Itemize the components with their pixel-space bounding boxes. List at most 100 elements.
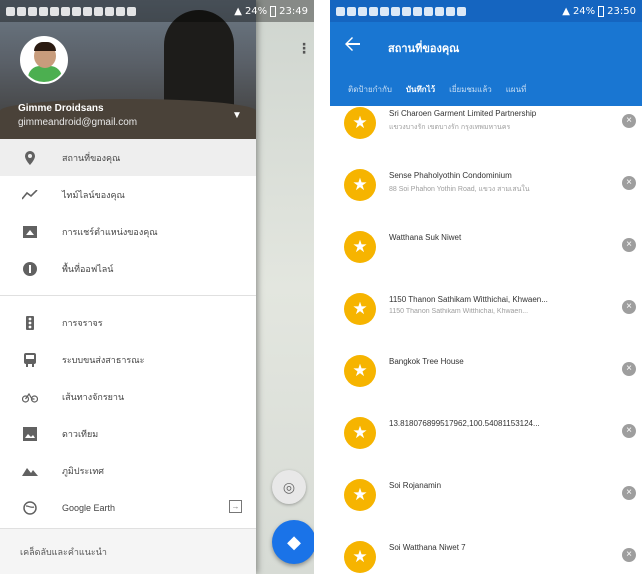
menu-item-satellite[interactable]: ดาวเทียม <box>0 415 256 452</box>
star-icon: ★ <box>344 355 376 387</box>
navigation-drawer: Gimme Droidsans gimmeandroid@gmail.com ▼… <box>0 0 256 574</box>
menu-item-label: ดาวเทียม <box>62 428 99 439</box>
place-title: Soi Rojanamin <box>389 481 442 490</box>
place-title: Sri Charoen Garment Limited Partnership <box>389 109 537 118</box>
transit-icon <box>22 352 38 368</box>
drawer-menu-primary: สถานที่ของคุณ ไทม์ไลน์ของคุณ การแชร์ตำแห… <box>0 139 256 287</box>
notification-icons <box>6 6 234 16</box>
share-location-icon <box>22 224 38 240</box>
account-switch-arrow-icon[interactable]: ▼ <box>232 110 242 121</box>
bicycle-icon <box>22 389 38 405</box>
remove-icon[interactable]: × <box>622 114 636 128</box>
place-subtitle: 1150 Thanon Sathikam Witthichai, Khwaen.… <box>389 308 529 315</box>
remove-icon[interactable]: × <box>622 362 636 376</box>
drawer-menu-layers: การจราจร ระบบขนส่งสาธารณะ เส้นทางจักรยาน… <box>0 304 256 526</box>
place-title: Watthana Suk Niwet <box>389 233 462 242</box>
clock: 23:50 <box>607 5 636 17</box>
place-title: 1150 Thanon Sathikam Witthichai, Khwaen.… <box>389 295 548 304</box>
remove-icon[interactable]: × <box>622 548 636 562</box>
my-location-button[interactable]: ◆ <box>272 520 314 564</box>
battery-percent: 24% <box>244 5 268 17</box>
list-item[interactable]: ★ Soi Rojanamin × <box>330 468 642 530</box>
signal-icon: ▲ <box>234 5 242 17</box>
tab-bar: ติดป้ายกำกับ บันทึกไว้ เยี่ยมชมแล้ว แผนท… <box>330 73 642 106</box>
list-item[interactable]: ★ Soi Watthana Niwet 7 × <box>330 530 642 574</box>
star-icon: ★ <box>344 417 376 449</box>
battery-icon <box>598 5 605 17</box>
star-icon: ★ <box>344 169 376 201</box>
battery-percent: 24% <box>572 5 596 17</box>
open-external-icon: → <box>229 500 242 513</box>
status-bar: ▲ 24% 23:49 <box>0 0 314 22</box>
right-phone-screen: ▲ 24% 23:50 สถานที่ของคุณ ติดป้ายกำกับ บ… <box>330 0 642 574</box>
traffic-icon <box>22 315 38 331</box>
menu-item-google-earth[interactable]: Google Earth → <box>0 489 256 526</box>
menu-item-offline-areas[interactable]: พื้นที่ออฟไลน์ <box>0 250 256 287</box>
menu-item-label: สถานที่ของคุณ <box>62 152 121 163</box>
menu-item-your-places[interactable]: สถานที่ของคุณ <box>0 139 256 176</box>
place-subtitle: แขวงบางรัก เขตบางรัก กรุงเทพมหานคร <box>389 124 511 131</box>
star-icon: ★ <box>344 231 376 263</box>
google-earth-icon <box>22 500 38 516</box>
tips-and-tricks-link[interactable]: เคล็ดลับและคำแนะนำ <box>0 528 256 574</box>
clock: 23:49 <box>279 5 308 17</box>
star-icon: ★ <box>344 293 376 325</box>
menu-item-terrain[interactable]: ภูมิประเทศ <box>0 452 256 489</box>
terrain-icon <box>22 463 38 479</box>
list-item[interactable]: ★ 1150 Thanon Sathikam Witthichai, Khwae… <box>330 282 642 344</box>
menu-divider <box>0 295 256 296</box>
list-item[interactable]: ★ Sri Charoen Garment Limited Partnershi… <box>330 106 642 158</box>
timeline-icon <box>22 187 38 203</box>
offline-icon <box>22 261 38 277</box>
place-title: Soi Watthana Niwet 7 <box>389 543 466 552</box>
tab-maps[interactable]: แผนที่ <box>506 83 527 96</box>
menu-item-bicycling[interactable]: เส้นทางจักรยาน <box>0 378 256 415</box>
signal-icon: ▲ <box>562 5 570 17</box>
back-arrow-icon[interactable] <box>344 36 360 55</box>
battery-icon <box>270 5 277 17</box>
left-phone-screen: ⋮ ◎ ◆ ▲ 24% 23:49 Gimme Droidsans gimmea… <box>0 0 314 574</box>
menu-item-transit[interactable]: ระบบขนส่งสาธารณะ <box>0 341 256 378</box>
list-item[interactable]: ★ Sense Phaholyothin Condominium 88 Soi … <box>330 158 642 220</box>
list-item[interactable]: ★ Bangkok Tree House × <box>330 344 642 406</box>
compass-button[interactable]: ◎ <box>272 470 306 504</box>
satellite-icon <box>22 426 38 442</box>
tab-saved[interactable]: บันทึกไว้ <box>406 83 435 96</box>
star-icon: ★ <box>344 541 376 573</box>
remove-icon[interactable]: × <box>622 238 636 252</box>
saved-places-list: ★ Sri Charoen Garment Limited Partnershi… <box>330 106 642 574</box>
menu-item-label: เส้นทางจักรยาน <box>62 391 125 402</box>
page-title: สถานที่ของคุณ <box>388 43 460 55</box>
tab-visited[interactable]: เยี่ยมชมแล้ว <box>449 83 492 96</box>
status-bar: ▲ 24% 23:50 <box>330 0 642 22</box>
remove-icon[interactable]: × <box>622 176 636 190</box>
location-pin-icon <box>22 150 38 166</box>
star-icon: ★ <box>344 479 376 511</box>
more-options-icon[interactable]: ⋮ <box>297 40 311 57</box>
menu-item-label: การแชร์ตำแหน่งของคุณ <box>62 226 158 237</box>
notification-icons <box>336 6 562 16</box>
place-title: 13.818076899517962,100.54081153124... <box>389 419 540 428</box>
menu-item-label: ไทม์ไลน์ของคุณ <box>62 189 125 200</box>
place-subtitle: 88 Soi Phahon Yothin Road, แขวง สามเสนใน <box>389 186 530 193</box>
list-item[interactable]: ★ 13.818076899517962,100.54081153124... … <box>330 406 642 468</box>
menu-item-label: Google Earth <box>62 502 116 513</box>
remove-icon[interactable]: × <box>622 486 636 500</box>
remove-icon[interactable]: × <box>622 300 636 314</box>
avatar[interactable] <box>20 36 68 84</box>
menu-item-label: ระบบขนส่งสาธารณะ <box>62 354 145 365</box>
menu-item-label: การจราจร <box>62 317 103 328</box>
remove-icon[interactable]: × <box>622 424 636 438</box>
menu-item-location-sharing[interactable]: การแชร์ตำแหน่งของคุณ <box>0 213 256 250</box>
tab-labeled[interactable]: ติดป้ายกำกับ <box>348 83 392 96</box>
menu-item-label: ภูมิประเทศ <box>62 465 104 476</box>
user-email: gimmeandroid@gmail.com <box>18 117 138 128</box>
menu-item-label: พื้นที่ออฟไลน์ <box>62 263 114 274</box>
star-icon: ★ <box>344 107 376 139</box>
menu-item-traffic[interactable]: การจราจร <box>0 304 256 341</box>
place-title: Sense Phaholyothin Condominium <box>389 171 512 180</box>
place-title: Bangkok Tree House <box>389 357 464 366</box>
menu-item-timeline[interactable]: ไทม์ไลน์ของคุณ <box>0 176 256 213</box>
user-name: Gimme Droidsans <box>18 103 104 114</box>
list-item[interactable]: ★ Watthana Suk Niwet × <box>330 220 642 282</box>
